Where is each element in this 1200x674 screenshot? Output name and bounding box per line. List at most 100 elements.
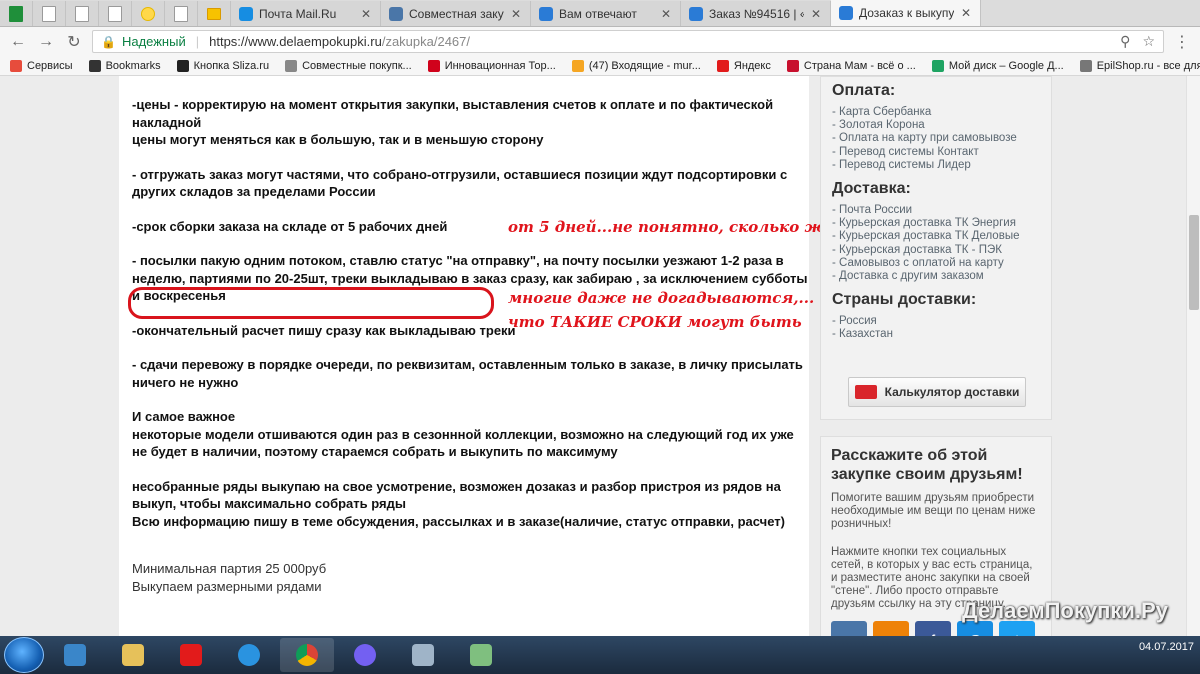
pinned-tab-mail[interactable] bbox=[198, 1, 231, 26]
vk-icon[interactable]: вк bbox=[831, 621, 867, 636]
annotation-2: многие даже не догадываются,... bbox=[508, 289, 815, 307]
bookmark-icon bbox=[931, 59, 944, 72]
bookmark-label: Кнопка Sliza.ru bbox=[193, 59, 270, 72]
sidebar-list-item: - Почта России bbox=[832, 204, 913, 217]
bookmark-item[interactable]: Мой диск – Google Д... bbox=[931, 59, 1064, 72]
taskbar-ie[interactable] bbox=[222, 638, 276, 672]
sidebar-list-item: - Перевод системы Контакт bbox=[832, 145, 979, 158]
browser-tab-1[interactable]: Почта Mail.Ru ✕ bbox=[231, 1, 381, 26]
important-text: некоторые модели отшиваются один раз в с… bbox=[132, 426, 794, 460]
close-tab-icon[interactable]: ✕ bbox=[360, 7, 372, 21]
page-scrollbar[interactable] bbox=[1186, 76, 1200, 636]
back-arrow-icon[interactable]: ← bbox=[8, 33, 28, 51]
text-prices-change: цены могут меняться как в большую, так и… bbox=[132, 132, 544, 147]
taskbar-viber[interactable] bbox=[338, 638, 392, 672]
star-icon[interactable]: ☆ bbox=[1142, 33, 1155, 50]
bookmark-label: Яндекс bbox=[733, 59, 771, 72]
tab-title: Вам отвечают bbox=[559, 6, 637, 21]
pinned-tab-4[interactable] bbox=[132, 1, 165, 26]
tab-title: Дозаказ к выкупу N... bbox=[859, 6, 954, 20]
pinned-tab-1[interactable] bbox=[33, 1, 66, 26]
reload-icon[interactable]: ↻ bbox=[64, 32, 84, 52]
security-label: Надежный bbox=[121, 34, 186, 49]
browser-toolbar: ← → ↻ 🔒 Надежный | https://www.delaempok… bbox=[0, 27, 1200, 56]
purchase-info-sidebar: Оплата: - Карта Сбербанка - Золотая Корон… bbox=[820, 76, 1052, 420]
tray-date: 04.07.2017 bbox=[1138, 641, 1194, 653]
chrome-icon bbox=[296, 644, 318, 666]
internet-explorer-icon bbox=[238, 644, 260, 666]
delivery-heading: Доставка: bbox=[832, 180, 911, 198]
viber-icon bbox=[354, 644, 376, 666]
sheets-icon bbox=[9, 5, 23, 22]
odnoklassniki-icon[interactable]: ок bbox=[873, 621, 909, 636]
lock-icon: 🔒 bbox=[101, 34, 116, 49]
close-tab-icon[interactable]: ✕ bbox=[810, 7, 822, 21]
highlight-ellipse bbox=[128, 287, 494, 319]
bookmark-item[interactable]: Сервисы bbox=[10, 59, 73, 72]
bookmark-item[interactable]: Страна Мам - всё о ... bbox=[786, 59, 916, 72]
sidebar-list-item: - Карта Сбербанка bbox=[832, 106, 932, 118]
purchase-description: -цены - корректирую на момент открытия з… bbox=[132, 96, 812, 595]
taskbar-explorer[interactable] bbox=[106, 638, 160, 672]
taskbar-volume[interactable] bbox=[48, 638, 102, 672]
url-host: https://www.delaempokupki.ru bbox=[209, 34, 382, 49]
tab-strip: Почта Mail.Ru✕Совместная закупк...✕Вам о… bbox=[0, 0, 1200, 27]
pinned-tab-2[interactable] bbox=[66, 1, 99, 26]
bookmark-label: Сервисы bbox=[27, 59, 73, 72]
paragraph-shipping-parts: - отгружать заказ могут частями, что соб… bbox=[132, 166, 788, 200]
taskbar-chrome[interactable] bbox=[280, 638, 334, 672]
tab-favicon-icon bbox=[539, 6, 553, 21]
yandex-icon bbox=[180, 644, 202, 666]
bookmark-item[interactable]: EpilShop.ru - все для ... bbox=[1079, 59, 1200, 72]
browser-tab-2[interactable]: Совместная закупк... ✕ bbox=[381, 1, 531, 26]
browser-tab-5[interactable]: Дозаказ к выкупу N... ✕ bbox=[831, 0, 981, 26]
taskbar-app[interactable] bbox=[454, 638, 508, 672]
bookmark-item[interactable]: (47) Входящие - mur... bbox=[571, 59, 701, 72]
paragraph-important: И самое важное некоторые модели отшиваютс… bbox=[132, 408, 812, 461]
system-tray-clock[interactable]: 04.07.2017 bbox=[1139, 640, 1194, 654]
tab-title: Заказ №94516 | «Де... bbox=[709, 6, 804, 21]
bookmark-label: Инновационная Тор... bbox=[444, 59, 556, 72]
browser-tab-3[interactable]: Вам отвечают ✕ bbox=[531, 1, 681, 26]
pinned-tab-5[interactable] bbox=[165, 1, 198, 26]
delivery-list: - Почта России - Курьерская доставка ТК Э… bbox=[832, 204, 1051, 283]
bookmark-item[interactable]: Совместные покупк... bbox=[285, 59, 412, 72]
zoom-icon[interactable]: ⚲ bbox=[1120, 33, 1130, 50]
forward-arrow-icon[interactable]: → bbox=[36, 33, 56, 51]
info-text: Всю информацию пишу в теме обсуждения, р… bbox=[132, 513, 785, 529]
taskbar-calculator[interactable] bbox=[396, 638, 450, 672]
tab-favicon-icon bbox=[839, 6, 853, 20]
bookmark-item[interactable]: Инновационная Тор... bbox=[427, 59, 556, 72]
bookmark-icon bbox=[88, 59, 101, 72]
close-tab-icon[interactable]: ✕ bbox=[960, 6, 972, 20]
unfilled-rows-text: несобранные ряды выкупаю на свое усмотре… bbox=[132, 478, 781, 512]
countries-heading: Страны доставки: bbox=[832, 291, 977, 309]
speaker-icon bbox=[64, 644, 86, 666]
pinned-tab-sheets[interactable] bbox=[0, 1, 33, 26]
main-content-panel: -цены - корректирую на момент открытия з… bbox=[119, 76, 809, 636]
browser-tab-4[interactable]: Заказ №94516 | «Де... ✕ bbox=[681, 1, 831, 26]
scrollbar-thumb[interactable] bbox=[1189, 215, 1199, 310]
payment-list: - Карта Сбербанка - Золотая Корона - Оплат… bbox=[832, 106, 1051, 172]
bookmark-item[interactable]: Bookmarks bbox=[88, 59, 161, 72]
bookmark-label: EpilShop.ru - все для ... bbox=[1096, 59, 1200, 72]
facebook-icon[interactable]: f bbox=[915, 621, 951, 636]
close-tab-icon[interactable]: ✕ bbox=[510, 7, 522, 21]
menu-icon[interactable]: ⋮ bbox=[1172, 32, 1192, 52]
sidebar-list-item: - Россия bbox=[832, 315, 877, 328]
bookmark-item[interactable]: Яндекс bbox=[716, 59, 771, 72]
bookmark-icon bbox=[176, 59, 189, 72]
close-tab-icon[interactable]: ✕ bbox=[660, 7, 672, 21]
url-text: https://www.delaempokupki.ru/zakupka/246… bbox=[209, 34, 470, 49]
truck-icon bbox=[854, 385, 877, 399]
pinned-tab-3[interactable] bbox=[99, 1, 132, 26]
taskbar-yandex[interactable] bbox=[164, 638, 218, 672]
bookmark-item[interactable]: Кнопка Sliza.ru bbox=[176, 59, 270, 72]
start-button[interactable] bbox=[4, 637, 44, 673]
paragraph-unfilled-rows: несобранные ряды выкупаю на свое усмотре… bbox=[132, 478, 812, 531]
address-bar[interactable]: 🔒 Надежный | https://www.delaempokupki.r… bbox=[92, 30, 1164, 53]
bookmark-label: Страна Мам - всё о ... bbox=[803, 59, 916, 72]
delivery-calculator-button[interactable]: Калькулятор доставки bbox=[848, 377, 1026, 407]
tab-title: Совместная закупк... bbox=[409, 6, 504, 21]
page-icon bbox=[108, 5, 122, 22]
